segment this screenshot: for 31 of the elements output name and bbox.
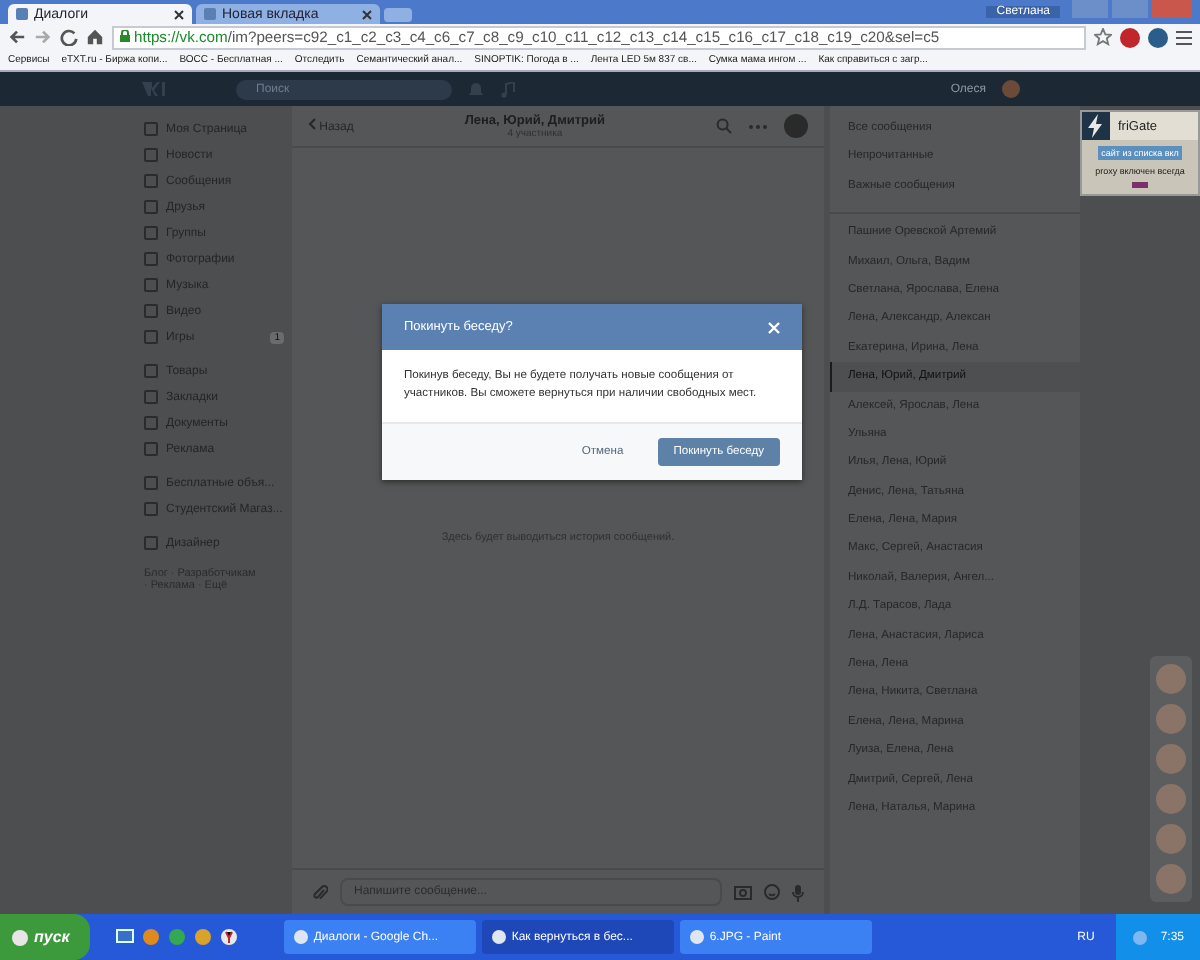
paperclip-icon[interactable] — [312, 883, 328, 901]
avatar-circle[interactable] — [1155, 664, 1185, 694]
avatar-circle[interactable] — [784, 114, 808, 138]
network-icon[interactable] — [1132, 929, 1149, 945]
search-icon[interactable] — [716, 118, 732, 134]
avatar-circle[interactable] — [1002, 80, 1020, 98]
close-icon[interactable] — [362, 9, 372, 19]
close-icon[interactable] — [174, 9, 184, 19]
back-icon[interactable] — [8, 28, 26, 46]
menu-icon[interactable] — [1176, 29, 1192, 45]
start-button[interactable]: пуск — [0, 914, 90, 960]
lightning-icon — [1082, 112, 1110, 140]
avatar-circle[interactable] — [1155, 744, 1185, 774]
desktop-icon[interactable] — [115, 928, 134, 946]
chevron-icon — [308, 118, 316, 130]
avatar-circle[interactable] — [1155, 864, 1185, 894]
camera-icon[interactable] — [734, 884, 752, 900]
microphone-icon[interactable] — [792, 883, 804, 901]
bell-icon[interactable] — [468, 81, 484, 97]
avatar-circle[interactable] — [1155, 784, 1185, 814]
new-tab-button[interactable] — [384, 8, 412, 22]
more-icon[interactable] — [748, 123, 768, 129]
home-icon[interactable] — [86, 28, 104, 46]
music-note-icon[interactable] — [500, 81, 516, 97]
star-icon[interactable] — [1094, 28, 1112, 46]
avatar-circle[interactable] — [1155, 824, 1185, 854]
padlock-icon — [120, 29, 130, 41]
reload-icon[interactable] — [60, 28, 78, 46]
forward-icon[interactable] — [34, 28, 52, 46]
smiley-icon[interactable] — [764, 884, 780, 900]
avatar-circle[interactable] — [1155, 704, 1185, 734]
